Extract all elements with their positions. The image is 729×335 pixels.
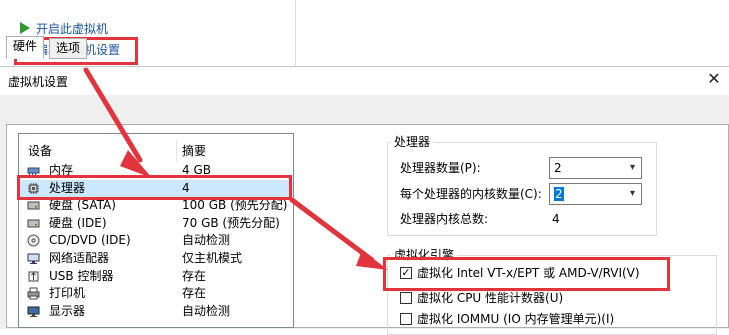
device-summary: 存在 xyxy=(182,268,207,283)
checkbox-label-2[interactable]: 虚拟化 IOMMU (IO 内存管理单元)(I) xyxy=(417,311,614,327)
device-name: CD/DVD (IDE) xyxy=(49,233,131,248)
vm-actions-panel: 开启此虚拟机 编辑虚拟机设置 xyxy=(0,0,729,66)
processor-group-title: 处理器 xyxy=(391,135,434,149)
device-summary: 存在 xyxy=(182,286,207,301)
checkbox-1[interactable] xyxy=(400,292,412,304)
column-header-device: 设备 xyxy=(28,144,53,158)
cd-dvd-icon xyxy=(27,234,40,247)
column-divider xyxy=(176,140,177,162)
num-processors-label: 处理器数量(P): xyxy=(400,161,481,175)
device-summary: 自动检测 xyxy=(182,303,231,318)
device-row-6[interactable]: USB 控制器 存在 xyxy=(19,268,293,285)
device-row-7[interactable]: 打印机 存在 xyxy=(19,285,293,302)
processor-row-highlight-box xyxy=(17,175,292,200)
device-name: USB 控制器 xyxy=(49,268,114,283)
device-summary: 70 GB (预先分配) xyxy=(182,215,280,230)
panel-divider xyxy=(295,0,296,66)
chevron-down-icon: ▾ xyxy=(629,162,635,173)
device-name: 网络适配器 xyxy=(49,251,110,265)
total-cores-value: 4 xyxy=(552,212,560,226)
checkbox-label-1[interactable]: 虚拟化 CPU 性能计数器(U) xyxy=(417,290,563,306)
cores-per-processor-value: 2 xyxy=(554,187,564,201)
column-header-summary: 摘要 xyxy=(182,144,207,158)
num-processors-value: 2 xyxy=(554,161,562,175)
cores-per-processor-label: 每个处理器的内核数量(C): xyxy=(400,187,542,201)
total-cores-label: 处理器内核总数: xyxy=(400,212,489,226)
power-on-vm-label: 开启此虚拟机 xyxy=(36,21,109,36)
power-on-vm-link[interactable]: 开启此虚拟机 xyxy=(20,19,108,37)
display-icon xyxy=(27,306,40,317)
device-row-5[interactable]: 网络适配器 仅主机模式 xyxy=(19,250,293,267)
usb-controller-icon xyxy=(28,271,39,282)
dialog-titlebar: 虚拟机设置 ✕ xyxy=(0,67,729,95)
printer-icon xyxy=(27,287,40,300)
close-icon[interactable]: ✕ xyxy=(705,70,723,88)
device-row-4[interactable]: CD/DVD (IDE) 自动检测 xyxy=(19,232,293,249)
hard-disk-icon xyxy=(27,219,40,228)
cores-per-processor-select[interactable]: 2 ▾ xyxy=(549,183,642,205)
chevron-down-icon: ▾ xyxy=(629,188,635,199)
vtx-option-highlight-box xyxy=(383,257,670,291)
num-processors-select[interactable]: 2 ▾ xyxy=(549,157,642,179)
device-name: 打印机 xyxy=(49,286,86,301)
device-name: 显示器 xyxy=(49,303,86,318)
tab-hardware[interactable]: 硬件 xyxy=(6,36,45,59)
device-row-3[interactable]: 硬盘 (IDE) 70 GB (预先分配) xyxy=(19,215,293,232)
tab-options[interactable]: 选项 xyxy=(49,38,88,59)
device-row-8[interactable]: 显示器 自动检测 xyxy=(19,303,293,320)
checkbox-2[interactable] xyxy=(400,313,412,325)
device-name: 硬盘 (IDE) xyxy=(49,215,107,230)
play-icon xyxy=(20,22,30,34)
device-summary: 仅主机模式 xyxy=(182,251,243,265)
dialog-title: 虚拟机设置 xyxy=(8,75,69,89)
hard-disk-icon xyxy=(27,201,40,210)
network-adapter-icon xyxy=(27,253,40,264)
device-summary: 自动检测 xyxy=(182,233,231,248)
